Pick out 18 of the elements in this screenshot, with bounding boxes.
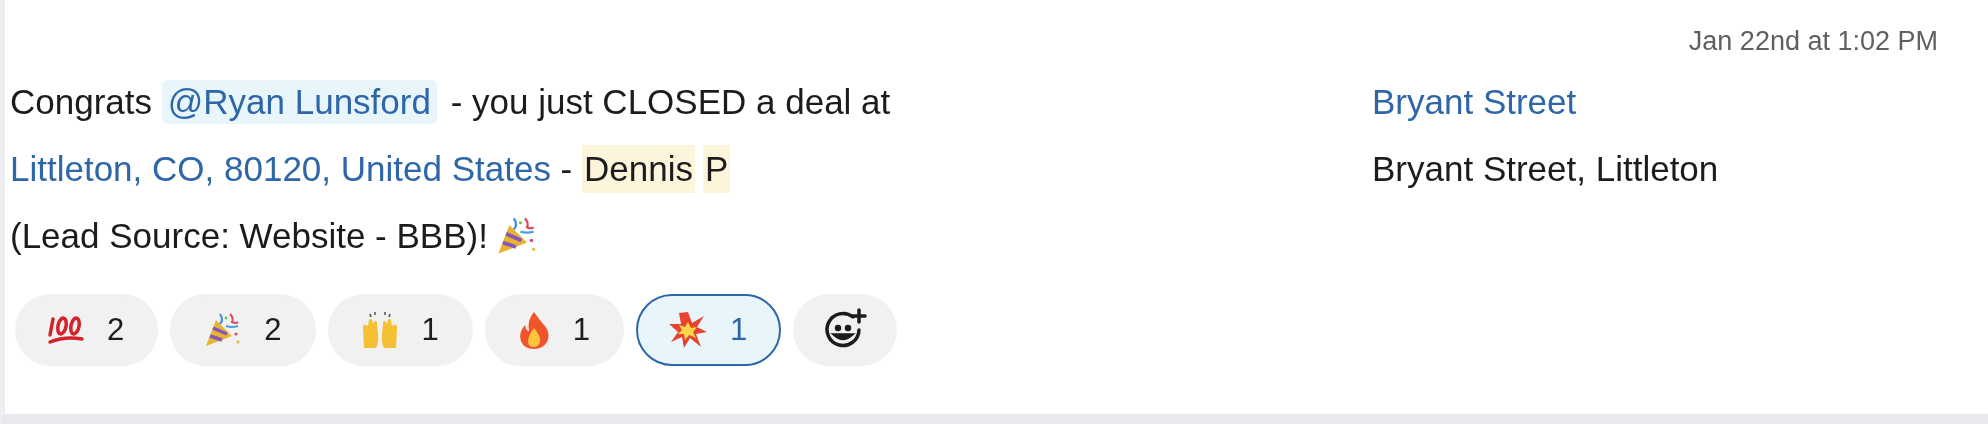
reaction-button[interactable]: 2 <box>170 294 316 366</box>
address-link[interactable]: Bryant Street <box>1372 81 1577 122</box>
address-link[interactable]: Littleton, CO, 80120, United States <box>10 148 551 189</box>
message-text: Bryant Street, Littleton <box>1372 148 1719 189</box>
hundred-points-icon <box>47 313 85 347</box>
timestamp[interactable]: Jan 22nd at 1:02 PM <box>1688 26 1938 57</box>
highlighted-text: P <box>702 144 731 193</box>
message-text: Congrats <box>10 81 154 122</box>
reaction-button[interactable]: 1 <box>327 294 473 366</box>
reaction-button[interactable]: 1 <box>484 294 624 366</box>
user-mention[interactable]: @Ryan Lunsford <box>161 79 437 124</box>
collision-icon <box>668 310 708 350</box>
message-text: (Lead Source: Website - BBB)! <box>10 215 488 256</box>
reaction-button[interactable]: 1 <box>636 294 782 366</box>
message-text: - <box>559 148 574 189</box>
highlighted-text: Dennis <box>582 144 695 193</box>
message-text: - you just CLOSED a deal at <box>449 81 891 122</box>
reaction-button[interactable]: 2 <box>15 294 159 366</box>
